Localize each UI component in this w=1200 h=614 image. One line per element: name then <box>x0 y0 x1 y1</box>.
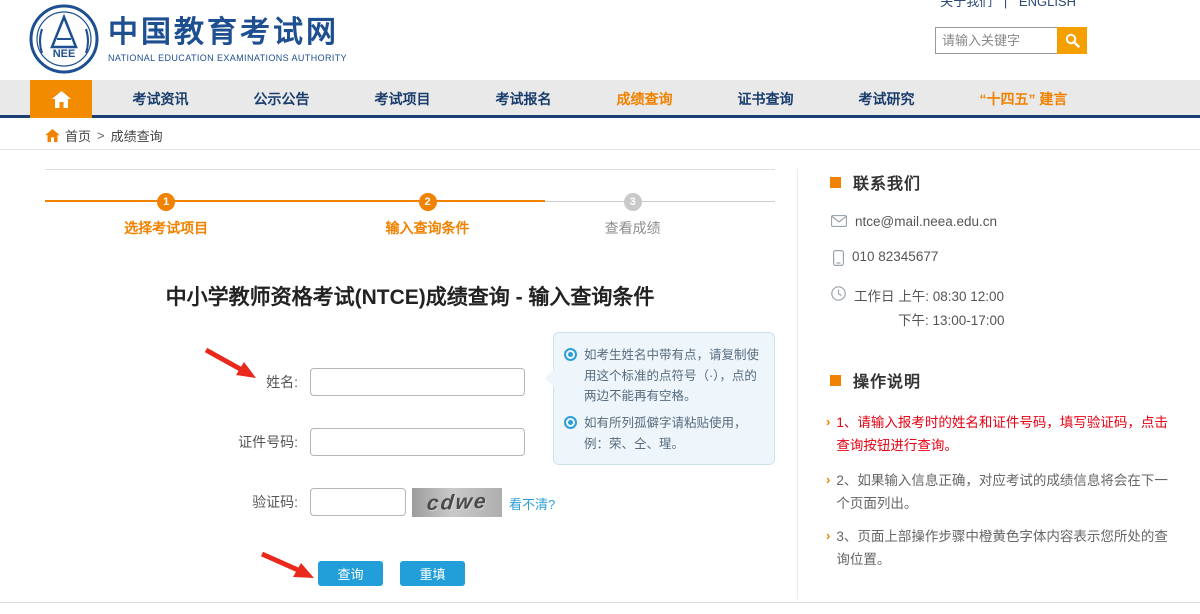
top-links: 关于我们 | ENGLISH <box>936 0 1080 10</box>
nav-home-tab[interactable] <box>30 80 92 118</box>
nav-item-exam-news[interactable]: 考试资讯 <box>133 89 189 109</box>
content-top-divider <box>45 169 775 170</box>
nav-item-exam-registration[interactable]: 考试报名 <box>496 89 552 109</box>
search-input[interactable] <box>935 27 1057 54</box>
step-1-badge: 1 <box>157 193 175 211</box>
step-2-badge: 2 <box>419 193 437 211</box>
search-icon <box>1065 33 1080 48</box>
search-button[interactable] <box>1057 27 1087 54</box>
contact-hours-line2: 下午: 13:00-17:00 <box>854 309 1005 329</box>
progress-steps: 1 选择考试项目 2 输入查询条件 3 查看成绩 <box>45 192 775 240</box>
red-arrow-annotation-query-button <box>258 548 320 586</box>
instructions-title: 操作说明 <box>853 368 921 392</box>
site-subtitle: NATIONAL EDUCATION EXAMINATIONS AUTHORIT… <box>108 53 347 63</box>
tooltip-item-2: 如有所列孤僻字请粘贴使用，例：荣、仝、瑆。 <box>584 413 764 454</box>
contact-us-header: 联系我们 <box>830 170 921 194</box>
step-1-select-exam: 1 选择考试项目 <box>124 192 208 238</box>
top-links-divider: | <box>1004 0 1007 9</box>
nav-item-certificate-query[interactable]: 证书查询 <box>738 89 794 109</box>
english-link[interactable]: ENGLISH <box>1019 0 1076 9</box>
captcha-label: 验证码: <box>150 488 298 516</box>
instruction-item-3: › 3、页面上部操作步骤中橙黄色字体内容表示您所处的查询位置。 <box>826 526 1178 572</box>
nav-items: 考试资讯 公示公告 考试项目 考试报名 成绩查询 证书查询 考试研究 “十四五”… <box>100 80 1100 118</box>
contact-email-row: ntce@mail.neea.edu.cn <box>831 214 997 229</box>
instruction-item-1: › 1、请输入报考时的姓名和证件号码，填写验证码，点击查询按钮进行查询。 <box>826 412 1178 458</box>
id-number-input[interactable] <box>310 428 525 456</box>
captcha-text: cdwe <box>425 489 488 515</box>
instruction-text-2: 2、如果输入信息正确，对应考试的成绩信息将会在下一个页面列出。 <box>836 470 1178 516</box>
neea-emblem-icon: NEE <box>28 3 100 75</box>
breadcrumb-home[interactable]: 首页 <box>65 126 91 145</box>
breadcrumb: 首页 > 成绩查询 <box>0 121 1200 150</box>
contact-hours: 工作日 上午: 08:30 12:00 下午: 13:00-17:00 <box>854 285 1005 329</box>
step-3-badge: 3 <box>624 193 642 211</box>
name-label: 姓名: <box>150 368 298 396</box>
nav-item-exam-research[interactable]: 考试研究 <box>859 89 915 109</box>
nav-item-exam-programs[interactable]: 考试项目 <box>375 89 431 109</box>
phone-icon <box>833 250 844 266</box>
instruction-text-1: 1、请输入报考时的姓名和证件号码，填写验证码，点击查询按钮进行查询。 <box>836 412 1178 458</box>
instruction-item-2: › 2、如果输入信息正确，对应考试的成绩信息将会在下一个页面列出。 <box>826 470 1178 516</box>
email-icon <box>831 215 847 227</box>
tooltip-item-1: 如考生姓名中带有点，请复制使用这个标准的点符号（·），点的两边不能再有空格。 <box>584 345 764 407</box>
clock-icon <box>831 286 846 301</box>
query-button[interactable]: 查询 <box>318 561 383 586</box>
main-sidebar-divider <box>797 169 798 599</box>
section-bullet-icon <box>830 375 841 386</box>
svg-text:NEE: NEE <box>53 48 76 60</box>
captcha-image[interactable]: cdwe <box>412 488 502 517</box>
step-progress-line <box>45 200 545 202</box>
id-number-label: 证件号码: <box>150 428 298 456</box>
site-title: 中国教育考试网 <box>108 16 347 50</box>
contact-us-title: 联系我们 <box>853 170 921 194</box>
breadcrumb-separator: > <box>97 128 105 143</box>
contact-email: ntce@mail.neea.edu.cn <box>855 214 997 229</box>
contact-phone-row: 010 82345677 <box>833 249 938 266</box>
home-icon <box>52 91 71 108</box>
name-hint-tooltip: 如考生姓名中带有点，请复制使用这个标准的点符号（·），点的两边不能再有空格。 如… <box>553 332 775 465</box>
contact-hours-line1: 工作日 上午: 08:30 12:00 <box>854 289 1004 304</box>
page-bottom-divider <box>0 602 1200 603</box>
tooltip-bullet-icon <box>564 348 577 361</box>
nav-item-announcements[interactable]: 公示公告 <box>254 89 310 109</box>
page-title: 中小学教师资格考试(NTCE)成绩查询 - 输入查询条件 <box>45 281 775 311</box>
breadcrumb-home-icon <box>45 129 60 142</box>
step-3-label: 查看成绩 <box>605 218 661 238</box>
instructions-header: 操作说明 <box>830 368 921 392</box>
instruction-arrow-icon: › <box>826 526 830 572</box>
step-2-label: 输入查询条件 <box>386 218 470 238</box>
site-logo[interactable]: NEE 中国教育考试网 NATIONAL EDUCATION EXAMINATI… <box>28 3 347 75</box>
contact-hours-row: 工作日 上午: 08:30 12:00 下午: 13:00-17:00 <box>831 285 1005 329</box>
captcha-refresh-link[interactable]: 看不清? <box>509 494 555 513</box>
step-1-label: 选择考试项目 <box>124 218 208 238</box>
search-box <box>935 27 1087 54</box>
main-nav: 考试资讯 公示公告 考试项目 考试报名 成绩查询 证书查询 考试研究 “十四五”… <box>0 80 1200 118</box>
logo-text: 中国教育考试网 NATIONAL EDUCATION EXAMINATIONS … <box>108 16 347 63</box>
nav-item-14-5-suggestions[interactable]: “十四五” 建言 <box>980 89 1068 109</box>
instruction-arrow-icon: › <box>826 470 830 516</box>
instruction-arrow-icon: › <box>826 412 830 458</box>
instruction-text-3: 3、页面上部操作步骤中橙黄色字体内容表示您所处的查询位置。 <box>836 526 1178 572</box>
contact-phone: 010 82345677 <box>852 249 938 264</box>
step-3-view-scores: 3 查看成绩 <box>605 192 661 238</box>
breadcrumb-current: 成绩查询 <box>111 126 163 145</box>
step-2-enter-criteria: 2 输入查询条件 <box>386 192 470 238</box>
page: NEE 中国教育考试网 NATIONAL EDUCATION EXAMINATI… <box>0 0 1200 614</box>
captcha-input[interactable] <box>310 488 406 516</box>
about-us-link[interactable]: 关于我们 <box>940 0 992 9</box>
name-input[interactable] <box>310 368 525 396</box>
tooltip-bullet-icon <box>564 416 577 429</box>
section-bullet-icon <box>830 177 841 188</box>
nav-item-score-query[interactable]: 成绩查询 <box>617 89 673 109</box>
header: NEE 中国教育考试网 NATIONAL EDUCATION EXAMINATI… <box>0 0 1200 80</box>
reset-button[interactable]: 重填 <box>400 561 465 586</box>
